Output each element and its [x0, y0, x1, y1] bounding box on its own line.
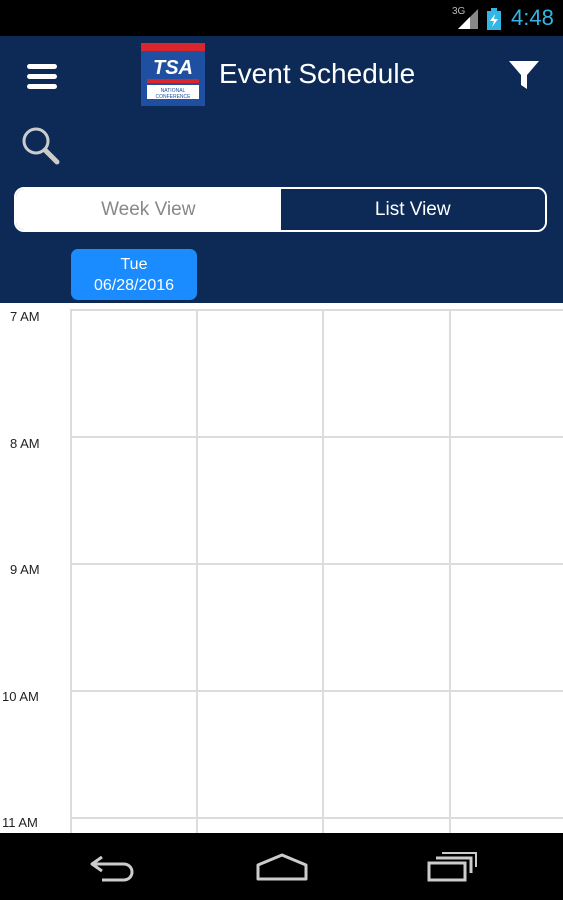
time-label: 8 AM	[10, 436, 40, 451]
svg-text:CONFERENCE: CONFERENCE	[155, 94, 191, 100]
grid-hour-line	[70, 436, 563, 438]
time-label: 7 AM	[10, 309, 40, 324]
schedule-grid[interactable]: 7 AM 8 AM 9 AM 10 AM 11 AM	[0, 303, 563, 833]
date-tab-day: Tue	[120, 256, 148, 273]
time-label: 10 AM	[2, 689, 39, 704]
grid-column-line	[322, 309, 324, 833]
search-icon[interactable]	[20, 125, 60, 165]
recent-apps-icon[interactable]	[426, 851, 478, 883]
battery-icon	[487, 8, 501, 30]
list-view-tab[interactable]: List View	[280, 189, 545, 230]
week-view-tab[interactable]: Week View	[16, 189, 281, 230]
status-time: 4:48	[511, 5, 554, 30]
time-label: 11 AM	[2, 815, 38, 830]
view-toggle: Week View List View	[14, 187, 547, 232]
grid-hour-line	[70, 817, 563, 819]
svg-text:TSA: TSA	[153, 57, 193, 79]
grid-hour-line	[70, 690, 563, 692]
grid-hour-line	[70, 309, 563, 311]
menu-icon[interactable]	[27, 64, 57, 90]
tsa-logo: TSA NATIONAL CONFERENCE	[141, 43, 205, 106]
date-tab-date: 06/28/2016	[93, 277, 175, 294]
grid-column-line	[196, 309, 198, 833]
status-bar: 3G 4:48	[0, 0, 563, 36]
grid-column-line	[449, 309, 451, 833]
time-label: 9 AM	[10, 562, 40, 577]
grid-column-line	[70, 309, 72, 833]
navigation-bar	[0, 833, 563, 900]
home-icon[interactable]	[254, 851, 310, 883]
filter-icon[interactable]	[508, 59, 540, 91]
date-tab[interactable]: Tue 06/28/2016	[71, 249, 197, 300]
page-title: Event Schedule	[219, 58, 416, 89]
grid-hour-line	[70, 563, 563, 565]
back-icon[interactable]	[88, 851, 136, 883]
signal-icon	[458, 9, 478, 29]
